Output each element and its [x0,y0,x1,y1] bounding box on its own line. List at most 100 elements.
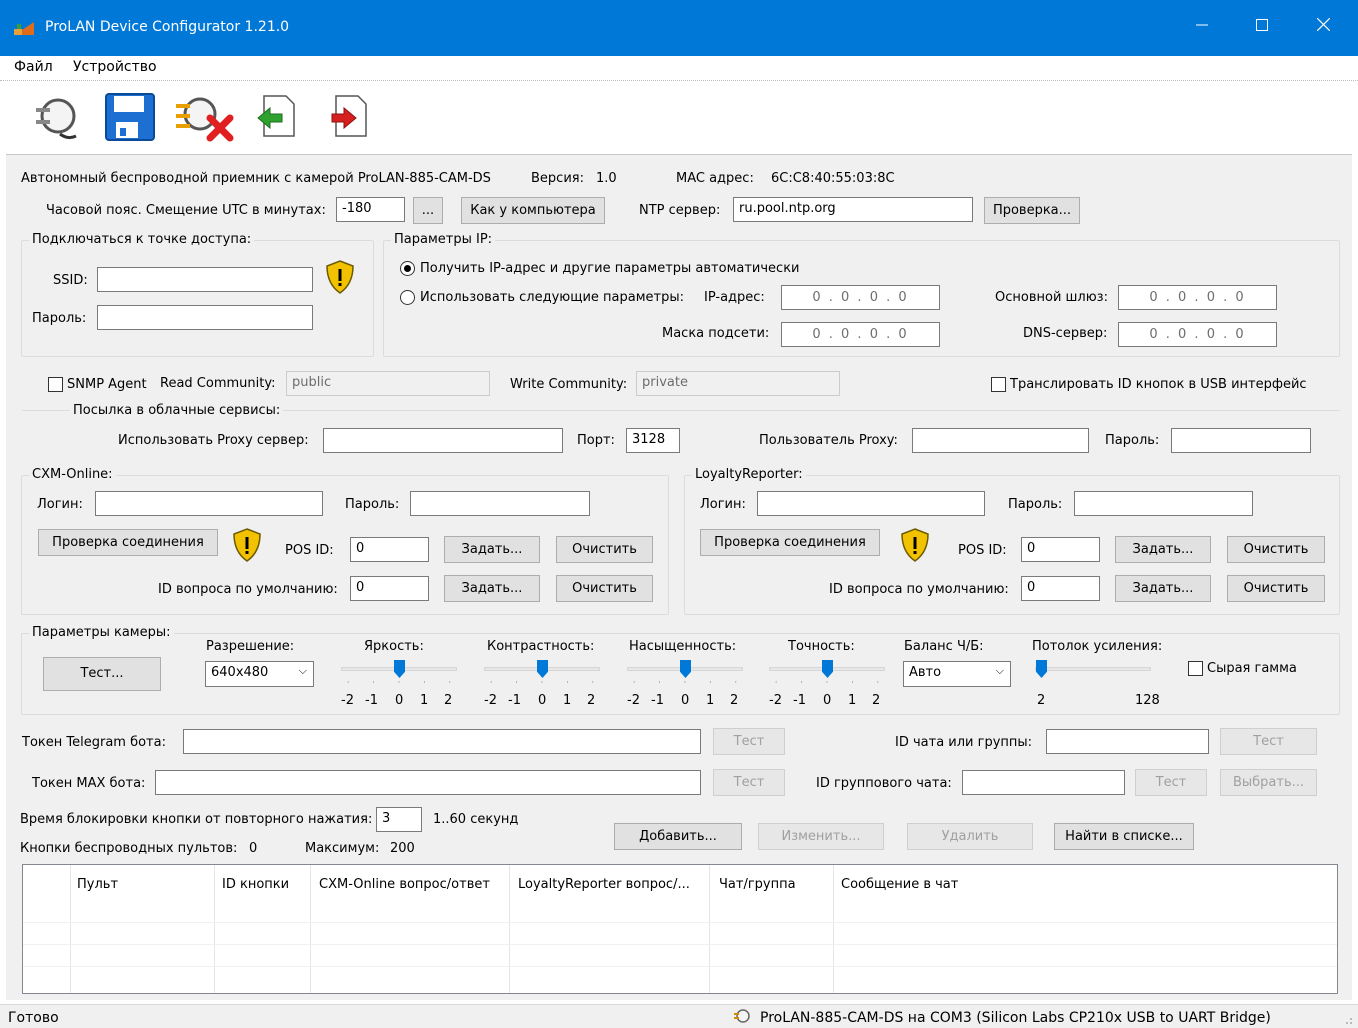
menu-file[interactable]: Файл [14,56,53,78]
cxm-check-connection-button[interactable]: Проверка соединения [38,529,218,556]
ip-address-field[interactable]: 0 . 0 . 0 . 0 [781,285,940,310]
loyalty-password-field[interactable] [1074,491,1253,516]
brightness-scale-label: 1 [420,693,429,708]
loyalty-pos-set-button[interactable]: Задать... [1115,536,1211,563]
cxm-pos-field[interactable]: 0 [350,537,429,562]
telegram-token-field[interactable] [183,729,701,754]
disconnect-icon [176,97,234,142]
read-community-field[interactable]: public [286,371,490,396]
close-button[interactable] [1311,14,1335,38]
loyalty-shield-warning-icon [901,528,929,562]
connect-button[interactable] [30,90,82,142]
import-icon [257,95,295,137]
proxy-field[interactable] [323,428,563,453]
raw-gamma-checkbox[interactable] [1188,661,1203,676]
table-header-remote[interactable]: Пульт [77,877,118,892]
max-group-test-button[interactable]: Тест [1135,769,1207,796]
block-time-range: 1..60 секунд [433,812,519,827]
proxy-password-field[interactable] [1171,428,1311,453]
max-remotes-value: 200 [390,841,415,856]
telegram-token-label: Токен Telegram бота: [22,735,166,750]
snmp-agent-label: SNMP Agent [67,377,147,392]
sharpness-label: Точность: [788,639,855,654]
resolution-select[interactable]: 640x480 ⌵ [205,661,314,687]
max-group-field[interactable] [962,770,1125,795]
table-column-selector [23,865,71,993]
loyalty-pos-clear-button[interactable]: Очистить [1227,536,1325,563]
dns-field[interactable]: 0 . 0 . 0 . 0 [1118,322,1277,347]
usb-translate-checkbox[interactable] [991,377,1006,392]
ssid-field[interactable] [97,267,313,292]
ntp-server-field[interactable]: ru.pool.ntp.org [733,197,973,222]
contrast-scale-label: 2 [587,693,596,708]
table-header-message[interactable]: Сообщение в чат [841,877,958,892]
telegram-chat-field[interactable] [1046,729,1209,754]
ip-params-title: Параметры IP: [391,232,496,247]
ntp-check-button[interactable]: Проверка... [984,197,1080,224]
edit-button[interactable]: Изменить... [758,823,884,850]
cxm-password-field[interactable] [410,491,590,516]
mac-label: MAC адрес: [676,171,754,186]
ip-auto-radio[interactable] [400,261,415,276]
loyalty-question-clear-button[interactable]: Очистить [1227,575,1325,602]
menu-device[interactable]: Устройство [73,56,157,78]
loyalty-pos-field[interactable]: 0 [1021,537,1100,562]
ip-manual-radio[interactable] [400,290,415,305]
window-title: ProLAN Device Configurator 1.21.0 [45,19,290,35]
connection-plug-icon [734,1009,750,1023]
max-test-button[interactable]: Тест [713,769,785,796]
table-header-cxm[interactable]: CXM-Online вопрос/ответ [319,877,490,892]
block-time-field[interactable]: 3 [376,807,422,832]
cxm-pos-clear-button[interactable]: Очистить [556,536,653,563]
telegram-test-button[interactable]: Тест [713,728,785,755]
like-computer-button[interactable]: Как у компьютера [461,197,605,224]
white-balance-select[interactable]: Авто ⌵ [903,661,1011,687]
cxm-pos-set-button[interactable]: Задать... [444,536,540,563]
loyalty-question-set-button[interactable]: Задать... [1115,575,1211,602]
subnet-mask-label: Маска подсети: [662,326,770,341]
table-header-chat[interactable]: Чат/группа [719,877,796,892]
loyalty-login-field[interactable] [757,491,985,516]
export-button[interactable] [328,94,368,138]
maximize-button[interactable] [1250,14,1274,38]
snmp-checkbox[interactable] [48,377,63,392]
ap-password-field[interactable] [97,305,313,330]
timezone-offset-field[interactable]: -180 [336,197,405,222]
cxm-login-field[interactable] [95,491,323,516]
cxm-question-field[interactable]: 0 [350,576,429,601]
contrast-scale-label: 1 [563,693,572,708]
timezone-dots-button[interactable]: ... [413,197,443,224]
loyalty-check-connection-button[interactable]: Проверка соединения [700,529,880,556]
resize-grip-icon[interactable] [1340,1012,1354,1026]
table-header-button-id[interactable]: ID кнопки [222,877,289,892]
add-button[interactable]: Добавить... [614,823,742,850]
loyalty-password-label: Пароль: [1008,497,1063,512]
find-in-list-button[interactable]: Найти в списке... [1054,823,1194,850]
table-header-loyalty[interactable]: LoyaltyReporter вопрос/... [518,877,690,892]
ntp-label: NTP сервер: [639,203,721,218]
minimize-button[interactable] [1190,14,1214,38]
camera-test-button[interactable]: Тест... [43,657,161,691]
ip-address-label: IP-адрес: [704,290,765,305]
disconnect-button[interactable] [174,90,236,144]
loyalty-question-field[interactable]: 0 [1021,576,1100,601]
sharpness-scale-label: 0 [823,693,832,708]
table-row [23,922,1337,923]
import-button[interactable] [256,94,296,138]
write-community-field[interactable]: private [636,371,840,396]
telegram-chat-test-button[interactable]: Тест [1220,728,1317,755]
proxy-user-label: Пользователь Proxy: [759,433,898,448]
delete-button[interactable]: Удалить [907,823,1033,850]
cxm-question-clear-button[interactable]: Очистить [556,575,653,602]
toolbar-separator [0,80,1358,81]
cxm-question-set-button[interactable]: Задать... [444,575,540,602]
save-button[interactable] [104,92,156,142]
gateway-field[interactable]: 0 . 0 . 0 . 0 [1118,285,1277,310]
max-token-field[interactable] [155,770,701,795]
table-row [23,966,1337,967]
buttons-table[interactable]: Пульт ID кнопки CXM-Online вопрос/ответ … [22,864,1338,994]
proxy-user-field[interactable] [912,428,1089,453]
max-select-button[interactable]: Выбрать... [1220,769,1317,796]
port-field[interactable]: 3128 [626,428,680,453]
subnet-mask-field[interactable]: 0 . 0 . 0 . 0 [781,322,940,347]
